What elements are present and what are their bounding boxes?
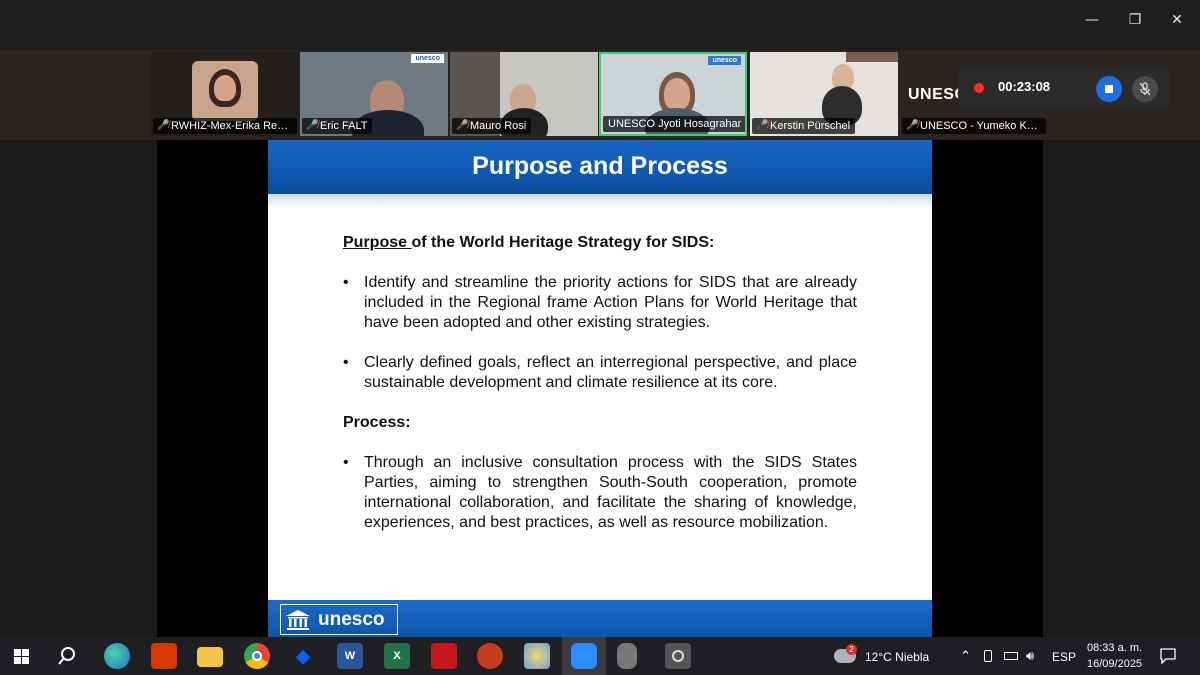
device-icon[interactable] <box>984 650 992 662</box>
powerpoint-icon[interactable] <box>477 643 503 669</box>
excel-icon[interactable]: X <box>384 643 410 669</box>
edge-icon[interactable] <box>104 643 130 669</box>
temple-icon <box>286 610 310 630</box>
chrome-icon[interactable] <box>244 643 270 669</box>
mic-muted-icon: 🎤̸ <box>456 120 469 131</box>
mic-off-icon <box>1139 82 1151 96</box>
participant-tile[interactable]: 🎤̸ Kerstin Pürschel <box>750 52 898 136</box>
minimize-button[interactable]: — <box>1077 10 1107 30</box>
mic-muted-icon: 🎤̸ <box>906 120 919 131</box>
process-heading: Process: <box>343 414 411 431</box>
battery-icon[interactable] <box>1004 652 1018 660</box>
close-button[interactable]: ✕ <box>1162 10 1192 30</box>
recording-panel: 00:23:08 <box>958 68 1170 108</box>
weather-badge: 2 <box>846 644 857 655</box>
title-bar: — ❐ ✕ <box>0 0 1200 50</box>
unesco-badge: unesco <box>411 54 444 63</box>
slide-header: Purpose and Process <box>268 140 932 194</box>
recording-indicator-icon <box>974 83 984 93</box>
participant-name-label: 🎤̸ Eric FALT <box>302 118 373 134</box>
slide-body: Purpose of the World Heritage Strategy f… <box>343 233 857 553</box>
restore-button[interactable]: ❐ <box>1120 10 1150 30</box>
participant-tile[interactable]: unesco 🎤̸ Eric FALT <box>300 52 448 136</box>
volume-icon[interactable]: 🔊︎ <box>1026 648 1034 664</box>
weather-text[interactable]: 12°C Niebla <box>865 650 929 664</box>
bullet-item: • Through an inclusive consultation proc… <box>343 454 857 531</box>
camera-icon[interactable] <box>665 643 691 669</box>
clock-time[interactable]: 08:33 a. m. <box>1087 642 1142 654</box>
word-icon[interactable]: W <box>337 643 363 669</box>
language-indicator[interactable]: ESP <box>1052 650 1076 664</box>
clock-date[interactable]: 16/09/2025 <box>1087 658 1142 670</box>
office-icon[interactable] <box>151 643 177 669</box>
participant-name-label: 🎤̸ Kerstin Pürschel <box>752 118 856 134</box>
unesco-logo-text: unesco <box>318 609 385 630</box>
zoom-icon[interactable] <box>571 643 597 669</box>
bullet-item: • Clearly defined goals, reflect an inte… <box>343 354 857 391</box>
participant-tile-active[interactable]: unesco UNESCO Jyoti Hosagrahar <box>599 52 747 136</box>
slide-title: Purpose and Process <box>472 152 728 180</box>
podcast-icon[interactable] <box>617 643 637 669</box>
participant-name-label: 🎤̸ UNESCO - Yumeko Ka... <box>902 118 1046 134</box>
participant-name-label: 🎤̸ Mauro Rosi <box>452 118 532 134</box>
participant-tile[interactable]: 🎤̸ Mauro Rosi <box>450 52 598 136</box>
recording-timer: 00:23:08 <box>998 79 1051 94</box>
mic-muted-icon: 🎤̸ <box>306 120 319 131</box>
chevron-up-icon[interactable]: ⌃ <box>960 648 971 664</box>
unesco-logo: unesco <box>280 604 398 635</box>
mute-toggle-button[interactable] <box>1132 76 1158 102</box>
mic-muted-icon: 🎤̸ <box>157 120 170 131</box>
zoom-window: — ❐ ✕ 🎤̸ RWHIZ-Mex-Erika Ren... unesco 🎤… <box>0 0 1200 637</box>
stop-recording-button[interactable] <box>1096 76 1122 102</box>
slide-footer: unesco <box>268 600 932 637</box>
file-explorer-icon[interactable] <box>197 647 223 667</box>
dropbox-icon[interactable]: ◆ <box>290 643 316 669</box>
bullet-item: • Identify and streamline the priority a… <box>343 274 857 331</box>
presentation-slide: Purpose and Process Purpose of the World… <box>268 140 932 637</box>
purpose-heading: Purpose of the World Heritage Strategy f… <box>343 234 715 251</box>
search-icon[interactable] <box>57 646 77 666</box>
windows-taskbar: ◆ W X 2 12°C Niebla ⌃ 🔊︎ ESP 08:33 a. m.… <box>0 637 1200 675</box>
paint-icon[interactable] <box>524 643 550 669</box>
participant-tile[interactable]: 🎤̸ RWHIZ-Mex-Erika Ren... <box>151 52 299 136</box>
participant-name-label: UNESCO Jyoti Hosagrahar <box>603 116 745 132</box>
avatar <box>192 61 258 121</box>
unesco-badge: unesco <box>708 56 741 65</box>
mic-muted-icon: 🎤̸ <box>756 120 769 131</box>
windows-start-icon[interactable] <box>14 649 29 664</box>
notifications-icon[interactable] <box>1160 648 1176 664</box>
participant-name-label: 🎤̸ RWHIZ-Mex-Erika Ren... <box>153 118 297 134</box>
acrobat-icon[interactable] <box>431 643 457 669</box>
